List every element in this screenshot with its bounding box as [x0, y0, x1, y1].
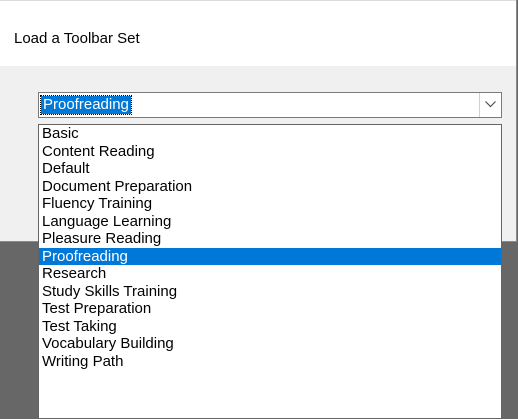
combobox-dropdown-button[interactable]	[479, 93, 501, 117]
toolbar-set-dropdown-list[interactable]: Basic Content Reading Default Document Prep…	[38, 124, 502, 419]
toolbar-set-combobox[interactable]: Proofreading	[38, 92, 502, 118]
chevron-down-icon	[485, 101, 496, 108]
combobox-selected-value[interactable]: Proofreading	[40, 95, 132, 115]
dropdown-option[interactable]: Fluency Training	[39, 195, 501, 213]
dropdown-option[interactable]: Proofreading	[39, 247, 501, 265]
dropdown-option[interactable]: Vocabulary Building	[39, 335, 501, 353]
dropdown-option[interactable]: Default	[39, 160, 501, 178]
dropdown-option[interactable]: Research	[39, 265, 501, 283]
dropdown-option[interactable]: Study Skills Training	[39, 283, 501, 301]
dialog-header: Load a Toolbar Set	[0, 0, 516, 66]
dropdown-option[interactable]: Language Learning	[39, 213, 501, 231]
dialog-title: Load a Toolbar Set	[14, 30, 140, 47]
dropdown-option[interactable]: Test Taking	[39, 318, 501, 336]
dropdown-option[interactable]: Pleasure Reading	[39, 230, 501, 248]
dropdown-option[interactable]: Basic	[39, 125, 501, 143]
dropdown-option[interactable]: Test Preparation	[39, 300, 501, 318]
dropdown-option[interactable]: Content Reading	[39, 143, 501, 161]
dropdown-option[interactable]: Document Preparation	[39, 178, 501, 196]
dropdown-option[interactable]: Writing Path	[39, 353, 501, 371]
